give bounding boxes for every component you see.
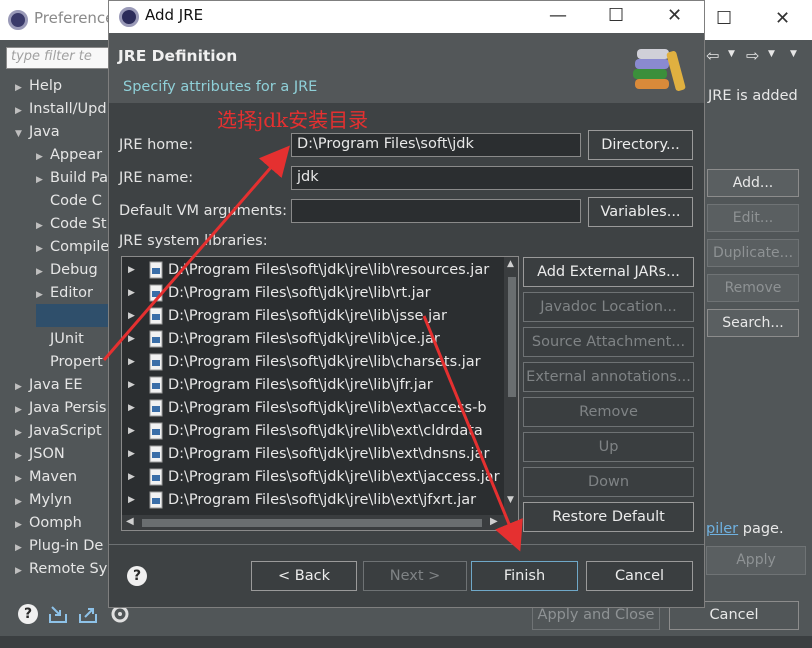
arrow-to-finish bbox=[422, 315, 523, 552]
annotation-arrows bbox=[102, 145, 523, 552]
arrow-to-jre-home bbox=[102, 145, 290, 361]
